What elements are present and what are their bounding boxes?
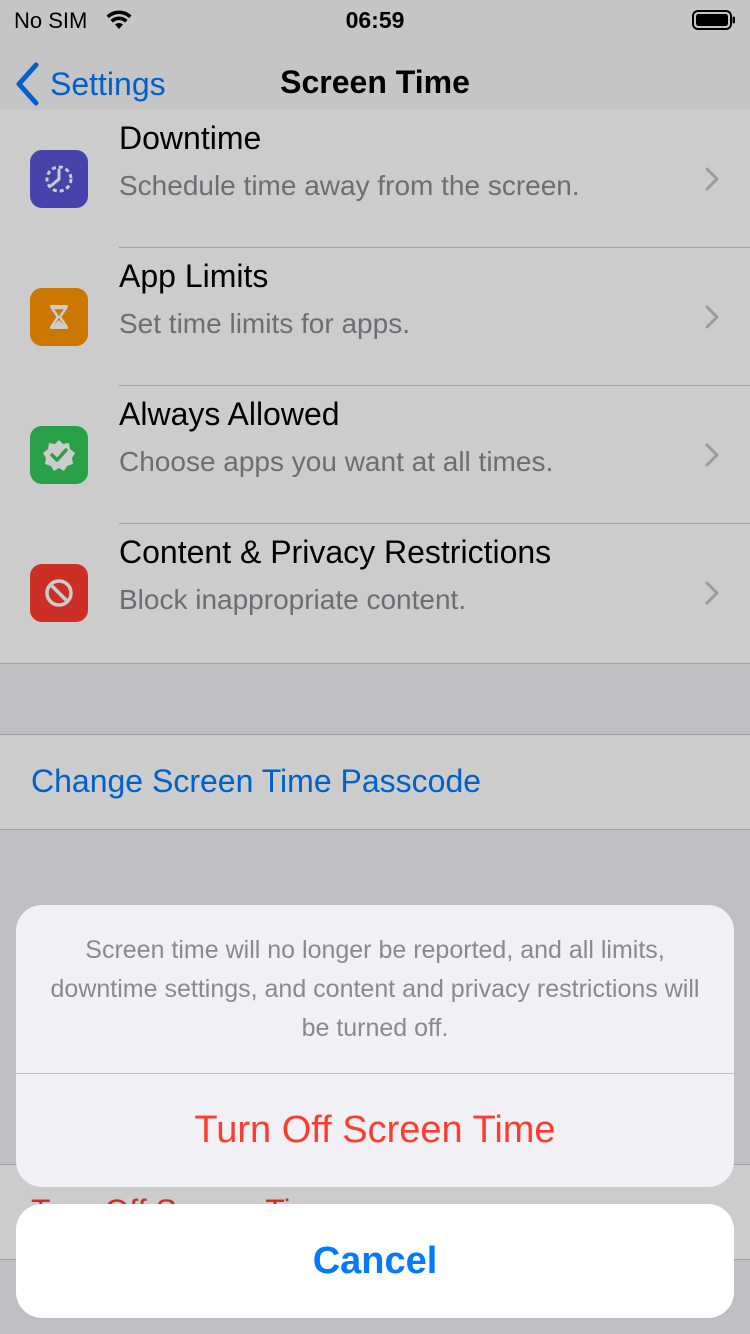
turn-off-screen-time-button[interactable]: Turn Off Screen Time	[16, 1074, 734, 1187]
cancel-button[interactable]: Cancel	[16, 1204, 734, 1318]
action-sheet-message: Screen time will no longer be reported, …	[50, 936, 700, 1042]
action-sheet: Screen time will no longer be reported, …	[16, 905, 734, 1187]
